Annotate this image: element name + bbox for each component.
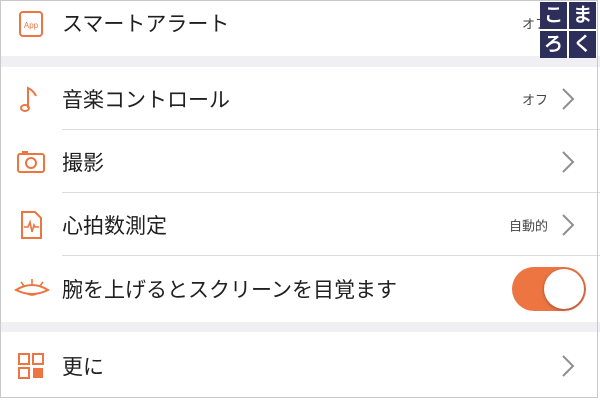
image-border	[0, 0, 598, 398]
